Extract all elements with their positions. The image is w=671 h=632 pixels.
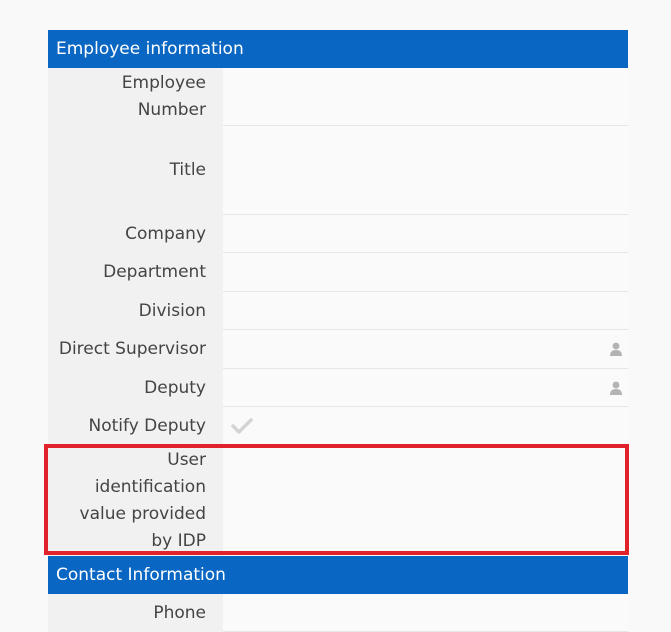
field-label-text: Deputy [144,377,206,398]
field-label-text: Employee Number [121,73,206,120]
field-label-text: Title [169,160,206,180]
page: Employee information Employee Number Tit… [0,0,671,632]
field-row-notify-deputy: Notify Deputy [48,407,628,446]
field-row-deputy: Deputy [48,369,628,407]
notify-deputy-checkbox[interactable] [223,407,628,446]
employee-form: Employee information Employee Number Tit… [48,30,628,632]
field-label-phone: Phone [48,594,223,632]
field-label-text: Direct Supervisor [58,339,206,359]
deputy-field[interactable] [223,369,628,407]
field-row-division: Division [48,292,628,330]
field-label-title: Title [48,126,223,215]
field-label-text: Phone [153,602,206,623]
field-label-notify-deputy: Notify Deputy [48,407,223,446]
direct-supervisor-field[interactable] [223,330,628,369]
person-icon[interactable] [610,342,622,356]
field-row-company: Company [48,215,628,253]
field-label-user-identification-idp: User identification value provided by ID… [48,446,223,556]
field-row-department: Department [48,253,628,292]
company-field[interactable] [223,215,628,253]
field-row-employee-number: Employee Number [48,68,628,126]
department-field[interactable] [223,253,628,292]
field-row-phone: Phone [48,594,628,632]
field-label-department: Department [48,253,223,292]
user-identification-idp-field[interactable] [223,446,628,556]
field-label-company: Company [48,215,223,253]
division-field[interactable] [223,292,628,330]
field-row-user-identification-idp: User identification value provided by ID… [48,446,628,556]
field-label-employee-number: Employee Number [48,68,223,126]
title-field[interactable] [223,126,628,215]
field-label-direct-supervisor: Direct Supervisor [48,330,223,369]
field-row-direct-supervisor: Direct Supervisor [48,330,628,369]
phone-field[interactable] [223,594,628,632]
field-label-text: Division [138,300,206,321]
person-icon[interactable] [610,381,622,395]
employee-number-field[interactable] [223,68,628,126]
checkmark-icon[interactable] [231,417,253,435]
field-label-deputy: Deputy [48,369,223,407]
field-label-text: Company [125,223,206,244]
field-label-division: Division [48,292,223,330]
field-label-text: User identification value provided by ID… [79,450,206,551]
field-label-text: Department [103,262,206,282]
field-label-text: Notify Deputy [88,416,207,436]
field-row-title: Title [48,126,628,215]
section-header-contact-information: Contact Information [48,556,628,594]
section-header-employee-information: Employee information [48,30,628,68]
